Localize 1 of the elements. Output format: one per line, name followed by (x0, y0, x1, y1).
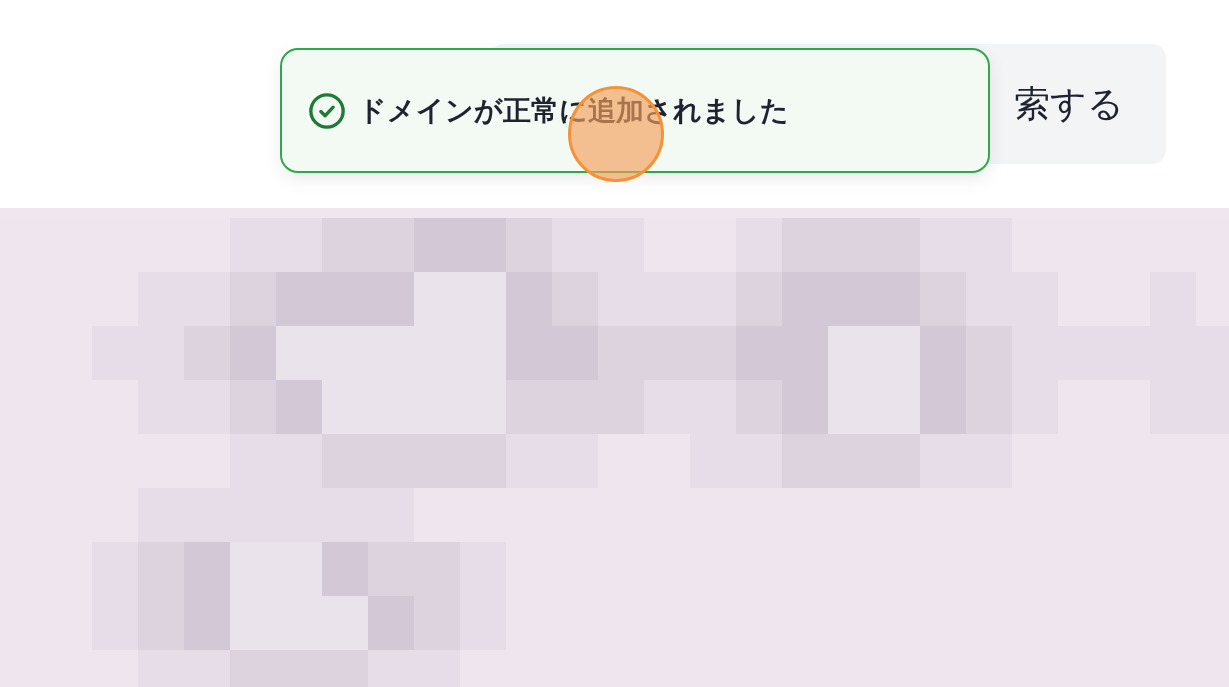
check-circle-icon (308, 91, 346, 130)
